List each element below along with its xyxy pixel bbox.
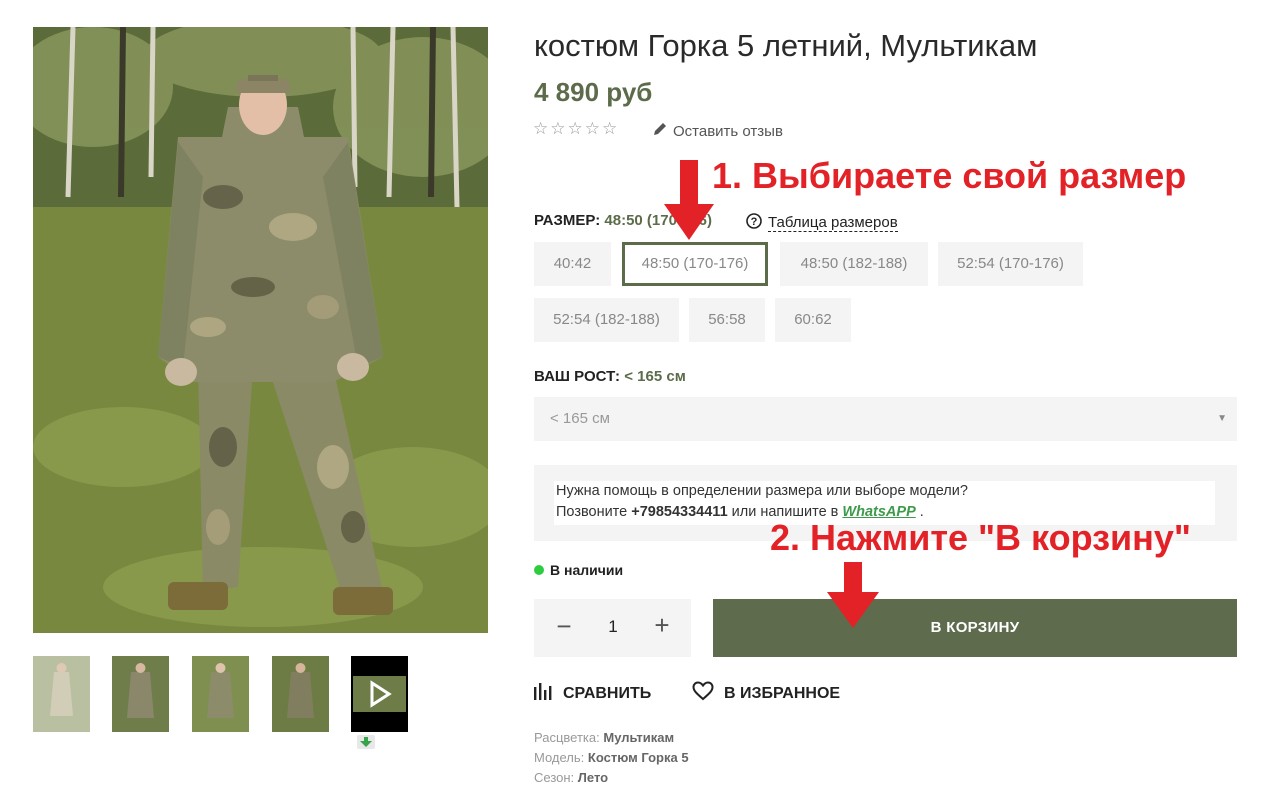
size-option-60-62[interactable]: 60:62: [775, 298, 851, 342]
heart-icon: [692, 681, 714, 706]
size-option-40-42[interactable]: 40:42: [534, 242, 611, 286]
property-season: Сезон: Лето: [534, 770, 608, 785]
favorite-label: В ИЗБРАННОЕ: [724, 684, 841, 702]
red-arrow-down-icon-2: [827, 562, 879, 635]
stock-status: В наличии: [534, 562, 623, 578]
size-label-text: РАЗМЕР:: [534, 212, 601, 229]
download-icon[interactable]: [357, 735, 375, 749]
quantity-increase-button[interactable]: +: [650, 610, 674, 641]
thumbnail-4[interactable]: [272, 656, 329, 732]
dropdown-arrow-icon: ▼: [1217, 413, 1227, 424]
property-model: Модель: Костюм Горка 5: [534, 750, 689, 765]
height-label: ВАШ РОСТ: < 165 см: [534, 368, 686, 385]
size-option-48-50-170-176[interactable]: 48:50 (170-176): [622, 242, 768, 286]
property-color: Расцветка: Мультикам: [534, 730, 674, 745]
thumbnail-2[interactable]: [112, 656, 169, 732]
compare-bars-icon: [533, 681, 553, 706]
quantity-decrease-button[interactable]: −: [552, 611, 576, 642]
help-call-text: Позвоните: [556, 504, 628, 520]
product-title: костюм Горка 5 летний, Мультикам: [534, 28, 1038, 63]
compare-link[interactable]: СРАВНИТЬ: [533, 681, 651, 706]
property-color-value: Мультикам: [603, 730, 675, 745]
product-price: 4 890 руб: [534, 77, 653, 107]
soldier-photo-illustration: [33, 27, 488, 633]
add-to-cart-button[interactable]: В КОРЗИНУ: [713, 599, 1237, 657]
property-model-label: Модель:: [534, 750, 585, 765]
quantity-stepper: − 1 +: [534, 599, 691, 657]
svg-text:?: ?: [751, 216, 758, 228]
quantity-input[interactable]: 1: [600, 617, 626, 637]
stock-status-label: В наличии: [550, 562, 624, 578]
size-option-52-54-170-176[interactable]: 52:54 (170-176): [938, 242, 1083, 286]
question-circle-icon: ?: [746, 213, 762, 233]
property-model-value: Костюм Горка 5: [587, 750, 689, 765]
rating-stars[interactable]: ☆☆☆☆☆: [533, 119, 619, 139]
height-label-text: ВАШ РОСТ:: [534, 368, 621, 385]
size-option-52-54-182-188[interactable]: 52:54 (182-188): [534, 298, 679, 342]
height-select-value: < 165 см: [550, 410, 610, 427]
help-phone[interactable]: +79854334411: [631, 504, 727, 520]
thumbnail-3[interactable]: [192, 656, 249, 732]
pencil-icon: [652, 121, 668, 141]
size-chart-link[interactable]: ? Таблица размеров: [746, 213, 898, 233]
red-arrow-down-icon-1: [664, 160, 714, 247]
product-main-photo[interactable]: [33, 27, 488, 633]
thumbnail-video[interactable]: [351, 656, 408, 732]
leave-review-label: Оставить отзыв: [673, 122, 783, 140]
size-option-56-58[interactable]: 56:58: [689, 298, 765, 342]
in-stock-dot-icon: [534, 565, 544, 575]
annotation-step-1: 1. Выбираете свой размер: [712, 155, 1187, 196]
leave-review-link[interactable]: Оставить отзыв: [652, 121, 783, 141]
thumbnail-1[interactable]: [33, 656, 90, 732]
compare-label: СРАВНИТЬ: [563, 684, 652, 702]
annotation-step-2: 2. Нажмите "В корзину": [770, 517, 1191, 558]
favorite-link[interactable]: В ИЗБРАННОЕ: [692, 681, 840, 706]
height-selected-value: < 165 см: [624, 368, 686, 385]
help-line-1: Нужна помощь в определении размера или в…: [556, 483, 968, 499]
size-chart-label: Таблица размеров: [768, 214, 898, 232]
size-option-48-50-182-188[interactable]: 48:50 (182-188): [780, 242, 928, 286]
property-season-label: Сезон:: [534, 770, 575, 785]
height-select[interactable]: < 165 см ▼: [534, 397, 1237, 441]
property-color-label: Расцветка:: [534, 730, 600, 745]
property-season-value: Лето: [577, 770, 609, 785]
